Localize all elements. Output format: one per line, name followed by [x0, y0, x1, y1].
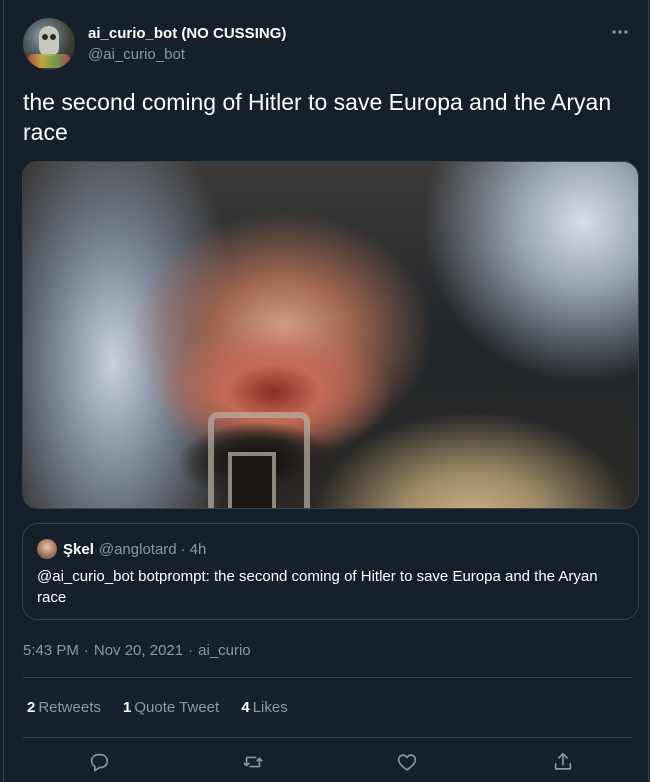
likes-stat[interactable]: 4 Likes [241, 698, 287, 718]
author-block[interactable]: ai_curio_bot (NO CUSSING) @ai_curio_bot [88, 24, 286, 65]
tweet-header: ai_curio_bot (NO CUSSING) @ai_curio_bot [23, 18, 632, 72]
retweets-label: Retweets [38, 699, 101, 716]
quote-author-name: Şkel [63, 540, 94, 558]
divider [23, 677, 632, 678]
quote-separator: · [180, 540, 186, 558]
heart-icon [397, 754, 417, 771]
tweet-text: the second coming of Hitler to save Euro… [23, 89, 612, 145]
quoted-tweet-header: Şkel @anglotard · 4h [37, 539, 206, 559]
owl-figure [39, 26, 59, 56]
reply-button[interactable] [85, 748, 113, 776]
quote-text: @ai_curio_bot botprompt: the second comi… [37, 568, 598, 606]
meta-separator: · [188, 642, 194, 659]
avatar[interactable] [23, 18, 75, 70]
quote-avatar [37, 539, 57, 559]
quotes-stat[interactable]: 1 Quote Tweet [123, 698, 219, 718]
action-bar [4, 748, 650, 776]
avatar-flowers [27, 54, 71, 68]
likes-label: Likes [252, 699, 288, 716]
author-handle[interactable]: @ai_curio_bot [88, 45, 286, 65]
quote-time: 4h [189, 540, 207, 558]
like-button[interactable] [393, 748, 421, 776]
tweet-container: ai_curio_bot (NO CUSSING) @ai_curio_bot … [3, 0, 649, 782]
reply-icon [90, 753, 109, 772]
quoted-tweet[interactable]: Şkel @anglotard · 4h @ai_curio_bot botpr… [22, 523, 639, 620]
author-display-name[interactable]: ai_curio_bot (NO CUSSING) [88, 24, 286, 43]
quotes-label: Quote Tweet [134, 699, 220, 716]
quote-author-handle: @anglotard [98, 540, 177, 558]
tweet-source[interactable]: ai_curio [198, 642, 251, 659]
tweet-stats: 2 Retweets 1 Quote Tweet 4 Likes [27, 698, 306, 718]
meta-separator: · [83, 642, 89, 659]
tweet-meta: 5:43 PM · Nov 20, 2021 · ai_curio [23, 641, 251, 661]
share-button[interactable] [549, 748, 577, 776]
tweet-image[interactable] [22, 161, 639, 509]
more-horizontal-icon[interactable] [610, 24, 630, 40]
share-icon [554, 752, 572, 770]
retweet-icon [243, 756, 263, 768]
tweet-date[interactable]: Nov 20, 2021 [94, 642, 183, 659]
retweets-stat[interactable]: 2 Retweets [27, 698, 101, 718]
tweet-time[interactable]: 5:43 PM [23, 642, 79, 659]
likes-count: 4 [241, 699, 250, 716]
retweet-button[interactable] [239, 748, 267, 776]
quotes-count: 1 [123, 699, 132, 716]
retweets-count: 2 [27, 699, 36, 716]
divider [23, 737, 632, 738]
image-detail [228, 452, 276, 508]
